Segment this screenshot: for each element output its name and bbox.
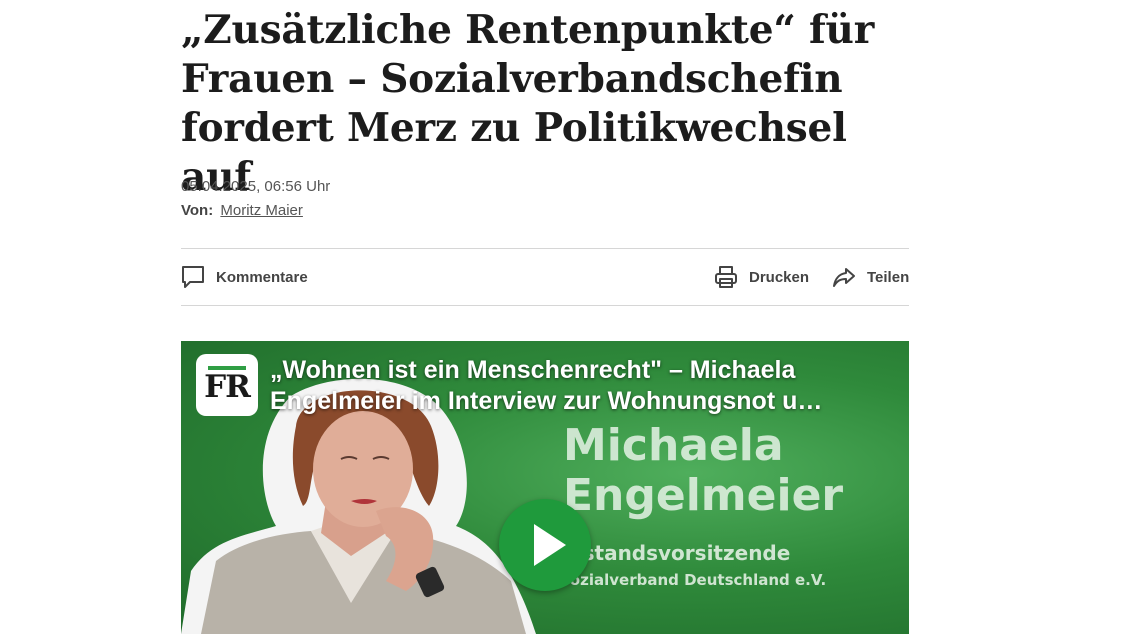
video-overlay-role: orstandsvorsitzende (559, 541, 791, 565)
share-arrow-icon (832, 265, 856, 289)
overlay-name-line1: Michaela (563, 420, 784, 471)
author-link[interactable]: Moritz Maier (220, 202, 303, 219)
comments-button[interactable]: Kommentare (181, 249, 308, 305)
print-button[interactable]: Drucken (714, 249, 809, 305)
byline-label: Von: (181, 202, 214, 219)
logo-text: FR (204, 369, 251, 405)
play-button[interactable] (499, 499, 591, 591)
video-player[interactable]: FR „Wohnen ist ein Menschenrecht" – Mich… (181, 341, 909, 634)
video-overlay-org: Sozialverband Deutschland e.V. (559, 571, 827, 589)
print-label: Drucken (749, 268, 810, 286)
fr-logo: FR (196, 354, 258, 416)
printer-icon (714, 265, 738, 289)
article-headline: „Zusätzliche Rentenpunkte“ für Frauen – … (181, 7, 875, 200)
play-icon (534, 524, 566, 566)
video-overlay-name: Michaela Engelmeier (563, 421, 903, 521)
overlay-name-line2: Engelmeier (563, 470, 844, 521)
comments-label: Kommentare (216, 268, 308, 286)
article-action-bar: Kommentare Drucken Teilen (181, 249, 909, 305)
video-title[interactable]: „Wohnen ist ein Menschenrecht" – Michael… (270, 355, 890, 417)
publish-date: 05.04.2025, 06:56 Uhr (181, 178, 331, 195)
divider (181, 305, 909, 306)
byline: Von: Moritz Maier (181, 202, 303, 219)
share-label: Teilen (867, 268, 910, 286)
share-button[interactable]: Teilen (832, 249, 909, 305)
comment-icon (181, 265, 205, 289)
